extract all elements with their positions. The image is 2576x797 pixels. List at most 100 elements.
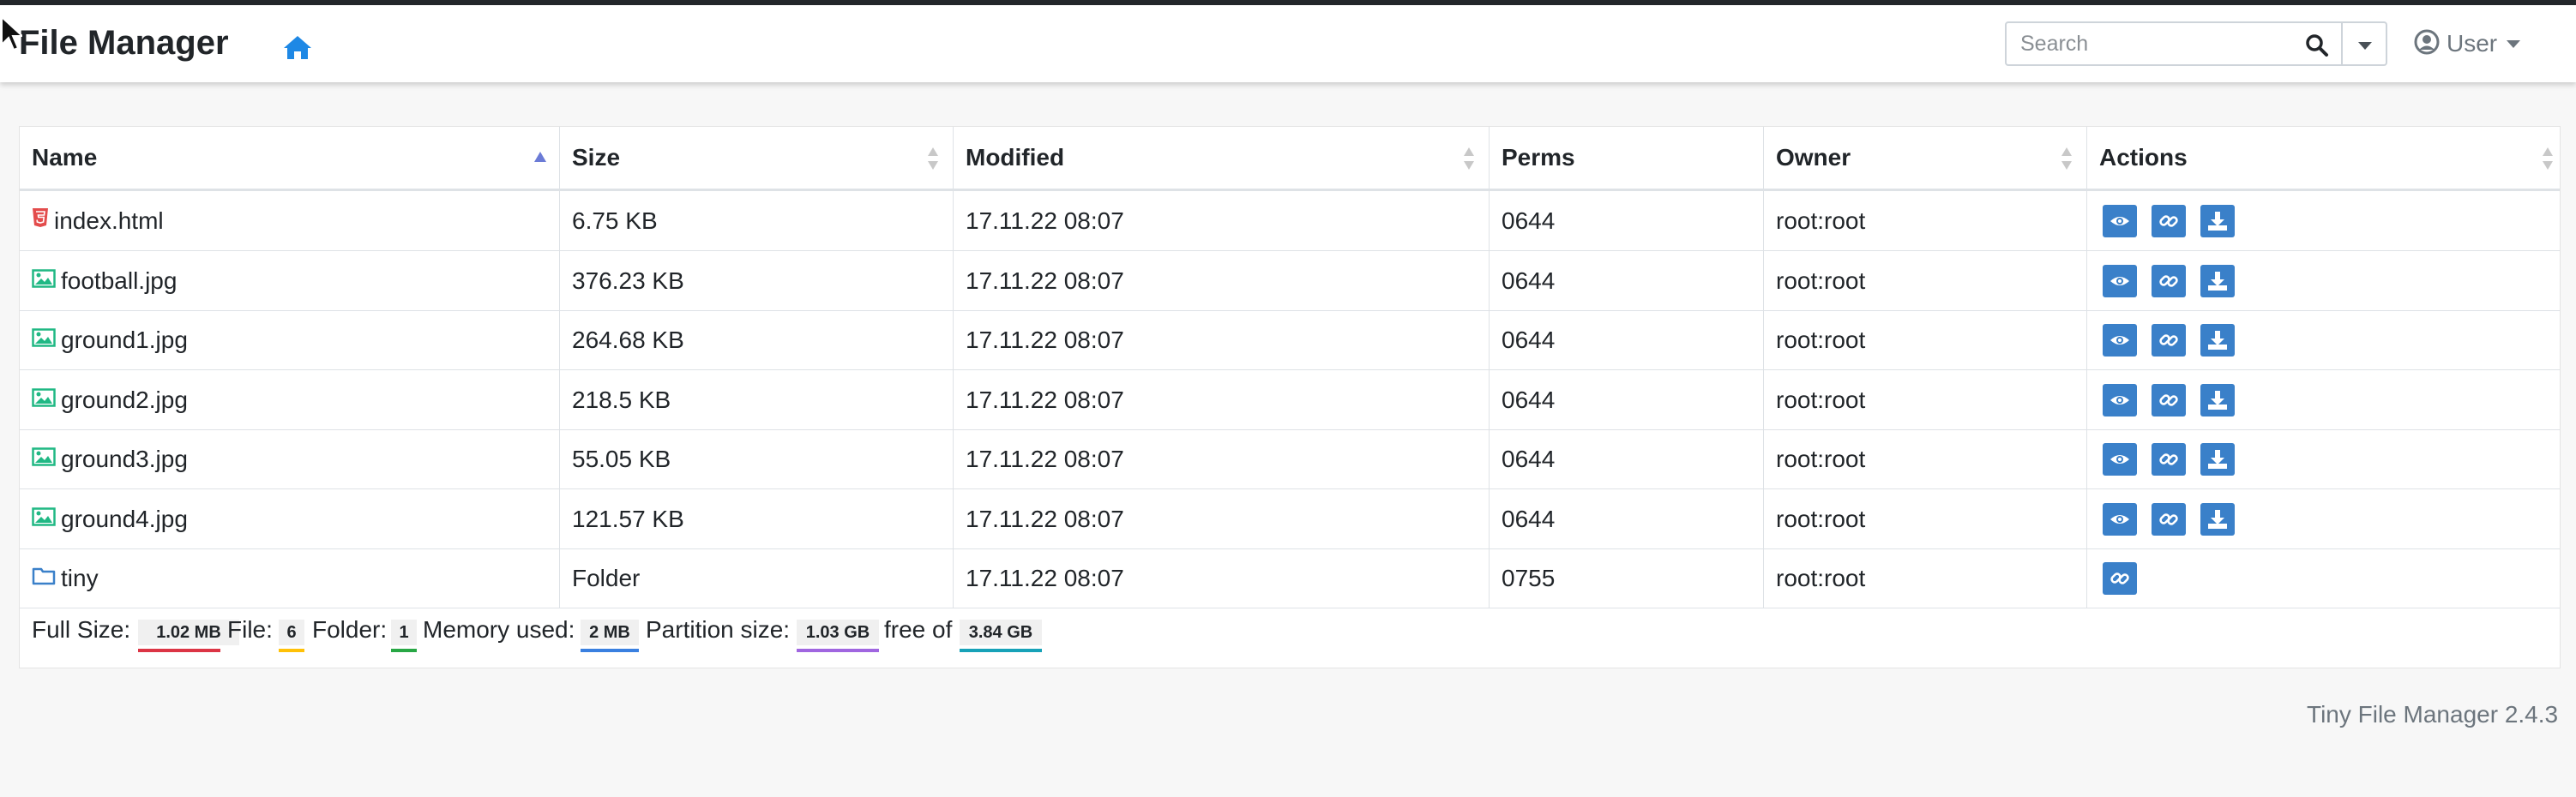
modified-cell: 17.11.22 08:07 <box>954 310 1490 369</box>
column-header-label: Owner <box>1776 144 1851 171</box>
file-count-badge: 6 <box>279 620 304 645</box>
direct-link-button[interactable] <box>2103 562 2137 595</box>
download-button[interactable] <box>2200 205 2235 237</box>
preview-button[interactable] <box>2103 264 2137 297</box>
size-text: 376.23 KB <box>572 267 684 294</box>
name-cell[interactable]: ground3.jpg <box>20 429 560 488</box>
name-cell[interactable]: ground4.jpg <box>20 488 560 548</box>
perms-text: 0644 <box>1502 327 1556 353</box>
actions-cell <box>2087 370 2560 429</box>
direct-link-button[interactable] <box>2152 443 2186 476</box>
column-header-size[interactable]: Size <box>560 127 954 189</box>
home-icon[interactable] <box>283 34 312 60</box>
download-button[interactable] <box>2200 443 2235 476</box>
perms-text: 0644 <box>1502 207 1556 234</box>
column-header-actions[interactable]: Actions <box>2087 127 2560 189</box>
direct-link-button[interactable] <box>2152 502 2186 536</box>
preview-button[interactable] <box>2103 324 2137 357</box>
table-row[interactable]: football.jpg 376.23 KB 17.11.22 08:07 0644 r… <box>20 250 2560 311</box>
download-button[interactable] <box>2200 502 2235 536</box>
owner-cell: root:root <box>1764 250 2087 310</box>
name-cell[interactable]: ground2.jpg <box>20 369 560 429</box>
search-group <box>2005 21 2387 68</box>
column-header-modified[interactable]: Modified <box>954 127 1490 189</box>
badge-underline <box>581 649 639 652</box>
table-row[interactable]: index.html 6.75 KB 17.11.22 08:07 0644 root:… <box>20 191 2560 251</box>
column-header-owner[interactable]: Owner <box>1764 127 2087 189</box>
size-text: Folder <box>572 565 641 591</box>
perms-cell: 0644 <box>1490 191 1764 250</box>
column-header-label: Size <box>572 144 621 171</box>
owner-text: root:root <box>1776 565 1866 591</box>
name-cell[interactable]: football.jpg <box>20 250 560 310</box>
direct-link-button[interactable] <box>2152 324 2186 357</box>
perms-cell: 0644 <box>1490 310 1764 369</box>
download-button[interactable] <box>2200 324 2235 357</box>
full-size-label: Full Size: <box>32 616 131 643</box>
badge-underline <box>391 649 417 652</box>
table-header: Name Size Modified Perms Owner Actions <box>20 127 2560 191</box>
column-header-label: Modified <box>966 144 1065 171</box>
perms-cell: 0644 <box>1490 369 1764 429</box>
table-row[interactable]: ground4.jpg 121.57 KB 17.11.22 08:07 0644 ro… <box>20 488 2560 549</box>
modified-cell: 17.11.22 08:07 <box>954 488 1490 548</box>
modified-cell: 17.11.22 08:07 <box>954 429 1490 488</box>
sort-icon <box>1464 147 1474 170</box>
actions-cell <box>2087 191 2560 250</box>
modified-text: 17.11.22 08:07 <box>966 565 1124 591</box>
owner-cell: root:root <box>1764 191 2087 250</box>
modified-text: 17.11.22 08:07 <box>966 446 1124 472</box>
size-text: 121.57 KB <box>572 505 684 532</box>
column-header-label: Actions <box>2099 144 2188 171</box>
name-text: ground4.jpg <box>61 505 188 532</box>
size-cell: 121.57 KB <box>560 488 954 548</box>
table-row[interactable]: ground1.jpg 264.68 KB 17.11.22 08:07 0644 ro… <box>20 310 2560 370</box>
column-header-perms[interactable]: Perms <box>1490 127 1764 189</box>
size-text: 218.5 KB <box>572 386 671 413</box>
perms-cell: 0644 <box>1490 250 1764 310</box>
table-row[interactable]: ground2.jpg 218.5 KB 17.11.22 08:07 0644 roo… <box>20 369 2560 430</box>
folder-count-badge: 1 <box>391 620 417 645</box>
image-file-icon <box>32 309 56 369</box>
perms-text: 0755 <box>1502 565 1556 591</box>
size-cell: 264.68 KB <box>560 310 954 369</box>
size-text: 264.68 KB <box>572 327 684 353</box>
perms-text: 0644 <box>1502 386 1556 413</box>
owner-cell: root:root <box>1764 488 2087 548</box>
column-header-label: Name <box>32 144 98 171</box>
direct-link-button[interactable] <box>2152 383 2186 416</box>
download-button[interactable] <box>2200 383 2235 416</box>
name-cell[interactable]: ground1.jpg <box>20 310 560 369</box>
search-dropdown-button[interactable] <box>2343 21 2387 66</box>
direct-link-button[interactable] <box>2152 205 2186 237</box>
column-header-label: Perms <box>1502 144 1575 171</box>
badge-underline <box>138 649 220 652</box>
perms-text: 0644 <box>1502 267 1556 294</box>
owner-text: root:root <box>1776 207 1866 234</box>
search-icon[interactable] <box>2305 33 2329 57</box>
size-cell: 376.23 KB <box>560 250 954 310</box>
perms-cell: 0644 <box>1490 429 1764 488</box>
table-row[interactable]: ground3.jpg 55.05 KB 17.11.22 08:07 0644 roo… <box>20 429 2560 489</box>
preview-button[interactable] <box>2103 502 2137 536</box>
search-input[interactable] <box>2005 21 2343 66</box>
actions-cell <box>2087 489 2560 548</box>
name-text: football.jpg <box>61 267 178 294</box>
free-of-label: free of <box>884 616 953 643</box>
column-header-name[interactable]: Name <box>20 127 560 189</box>
preview-button[interactable] <box>2103 443 2137 476</box>
modified-cell: 17.11.22 08:07 <box>954 369 1490 429</box>
name-text: index.html <box>54 207 164 234</box>
sort-icon <box>928 147 938 170</box>
owner-text: root:root <box>1776 386 1866 413</box>
name-cell[interactable]: index.html <box>20 191 560 250</box>
owner-cell: root:root <box>1764 429 2087 488</box>
html-file-icon <box>32 190 49 249</box>
download-button[interactable] <box>2200 264 2235 297</box>
preview-button[interactable] <box>2103 383 2137 416</box>
actions-cell <box>2087 429 2560 488</box>
image-file-icon <box>32 250 56 309</box>
full-size-badge: 1.02 MB <box>138 620 239 645</box>
direct-link-button[interactable] <box>2152 264 2186 297</box>
preview-button[interactable] <box>2103 205 2137 237</box>
